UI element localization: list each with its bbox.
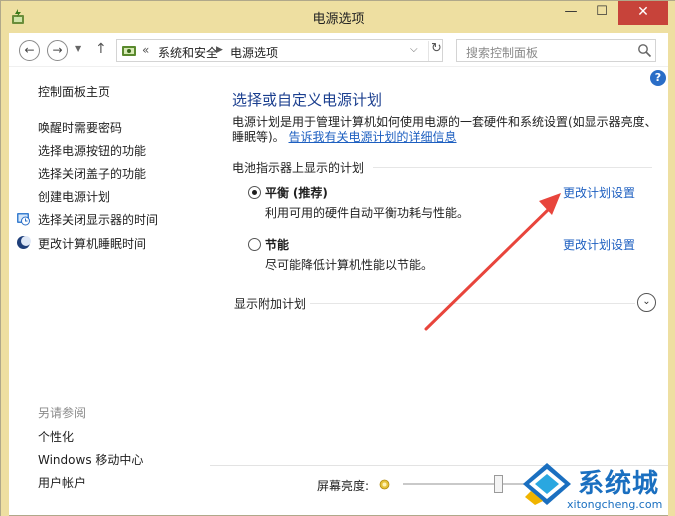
maximize-button[interactable]: ☐ xyxy=(587,1,617,25)
brightness-slider-thumb[interactable] xyxy=(493,475,503,493)
page-title: 选择或自定义电源计划 xyxy=(232,91,383,109)
see-also-user-accounts[interactable]: 用户帐户 xyxy=(38,474,86,491)
learn-more-link[interactable]: 告诉我有关电源计划的详细信息 xyxy=(289,130,457,144)
refresh-icon[interactable]: ↻ xyxy=(428,41,444,61)
show-additional-plans-label[interactable]: 显示附加计划 xyxy=(234,295,306,312)
plan-balanced-label[interactable]: 平衡 xyxy=(265,186,289,200)
forward-button[interactable]: → xyxy=(47,40,68,61)
sidebar-link-wake-password[interactable]: 唤醒时需要密码 xyxy=(38,119,122,136)
watermark-logo xyxy=(523,463,571,505)
window-border-left xyxy=(1,33,9,516)
plan-power-saver-desc: 尽可能降低计算机性能以节能。 xyxy=(265,258,434,272)
expand-chevron-icon[interactable]: ⌄ xyxy=(637,293,656,312)
group-divider xyxy=(373,167,652,168)
control-panel-icon xyxy=(122,46,136,56)
breadcrumb-separator-icon[interactable]: ▶ xyxy=(216,45,223,55)
breadcrumb-system-security[interactable]: 系统和安全 xyxy=(158,44,218,61)
sidebar-link-create-plan[interactable]: 创建电源计划 xyxy=(38,188,110,205)
close-button[interactable]: ✕ xyxy=(618,1,668,25)
watermark-url: xitongcheng.com xyxy=(567,498,663,511)
sidebar-link-lid-close[interactable]: 选择关闭盖子的功能 xyxy=(38,165,146,182)
battery-plans-group-label: 电池指示器上显示的计划 xyxy=(232,161,365,175)
sidebar-link-display-off[interactable]: 选择关闭显示器的时间 xyxy=(38,211,158,228)
navigation-bar: ← → ▼ ↑ « 系统和安全 ▶ 电源选项 ⌵ ↻ 搜索控制面板 xyxy=(9,33,668,67)
plan-balanced-settings-link[interactable]: 更改计划设置 xyxy=(563,184,635,201)
clock-icon xyxy=(17,213,30,226)
plan-balanced-tag: (推荐) xyxy=(292,186,328,200)
plan-power-saver-radio[interactable] xyxy=(248,238,261,251)
see-also-personalization[interactable]: 个性化 xyxy=(38,428,74,445)
breadcrumb-overflow[interactable]: « xyxy=(142,43,149,57)
brightness-sun-icon xyxy=(379,479,390,490)
search-icon[interactable] xyxy=(637,43,652,58)
plan-power-saver-label[interactable]: 节能 xyxy=(265,238,289,252)
search-box[interactable]: 搜索控制面板 xyxy=(456,39,656,62)
up-button[interactable]: ↑ xyxy=(95,41,107,57)
plan-power-saver-settings-link[interactable]: 更改计划设置 xyxy=(563,236,635,253)
help-icon[interactable]: ? xyxy=(650,70,666,86)
window-border-right xyxy=(668,33,675,516)
control-panel-home-link[interactable]: 控制面板主页 xyxy=(38,83,110,100)
additional-plans-divider xyxy=(310,303,635,304)
title-bar[interactable]: 电源选项 — ☐ ✕ xyxy=(1,1,675,33)
brightness-label: 屏幕亮度: xyxy=(317,479,370,493)
breadcrumb-power-options[interactable]: 电源选项 xyxy=(230,44,278,61)
window: 电源选项 — ☐ ✕ ← → ▼ ↑ « 系统和安全 ▶ 电源选项 ⌵ ↻ 搜索… xyxy=(0,0,675,516)
plan-balanced-name[interactable]: 平衡 (推荐) xyxy=(265,184,328,201)
see-also-heading: 另请参阅 xyxy=(38,406,87,420)
page-description: 电源计划是用于管理计算机如何使用电源的一套硬件和系统设置(如显示器亮度、睡眠等)… xyxy=(232,115,657,145)
sidebar-link-sleep-time[interactable]: 更改计算机睡眠时间 xyxy=(38,235,146,252)
recent-locations-chevron-icon[interactable]: ▼ xyxy=(75,44,81,53)
plan-power-saver-name[interactable]: 节能 xyxy=(265,236,289,253)
address-dropdown-icon[interactable]: ⌵ xyxy=(410,44,418,55)
sleep-moon-icon xyxy=(17,236,31,249)
back-button[interactable]: ← xyxy=(19,40,40,61)
plan-balanced-radio[interactable] xyxy=(248,186,261,199)
search-input[interactable]: 搜索控制面板 xyxy=(466,44,538,61)
watermark-brand: 系统城 xyxy=(578,469,660,499)
plan-balanced-desc: 利用可用的硬件自动平衡功耗与性能。 xyxy=(265,206,470,220)
minimize-button[interactable]: — xyxy=(556,1,586,25)
address-bar[interactable]: « 系统和安全 ▶ 电源选项 ⌵ ↻ xyxy=(116,39,443,62)
see-also-mobility-center[interactable]: Windows 移动中心 xyxy=(38,451,143,468)
sidebar-link-power-button[interactable]: 选择电源按钮的功能 xyxy=(38,142,146,159)
